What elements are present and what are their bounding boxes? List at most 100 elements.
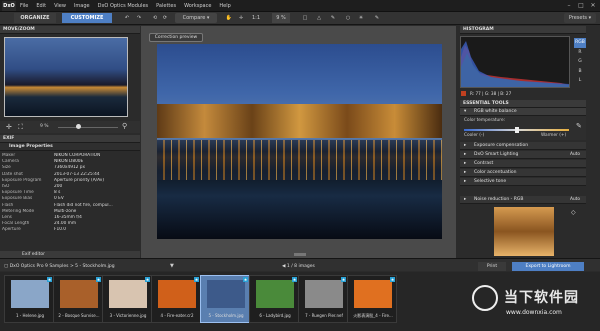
undo-icon[interactable]: ↶ xyxy=(122,13,132,23)
red-eye-icon[interactable]: ○ xyxy=(342,13,354,23)
print-button[interactable]: Print xyxy=(478,262,506,271)
channel-b[interactable]: B xyxy=(574,67,586,77)
minimize-icon[interactable]: – xyxy=(564,1,574,10)
image-properties-header[interactable]: Image Properties xyxy=(0,143,140,151)
filter-icon[interactable]: ▼ xyxy=(170,263,174,269)
channel-r[interactable]: R xyxy=(574,48,586,58)
filmstrip-thumb[interactable]: ★ 6 - Ladybird.jpg xyxy=(249,275,299,323)
zoom-ratio[interactable]: 1:1 xyxy=(250,13,262,23)
channel-l[interactable]: L xyxy=(574,76,586,86)
thumb-image xyxy=(60,280,98,308)
eyedropper-icon[interactable]: ✎ xyxy=(328,13,338,23)
histogram-title: HISTOGRAM xyxy=(463,27,494,32)
star-icon[interactable]: ★ xyxy=(145,277,150,282)
noise-preview-thumbnail[interactable] xyxy=(494,207,554,256)
breadcrumb[interactable]: ▢ DxO Optics Pro 9 Samples > 5 - Stockho… xyxy=(4,263,115,271)
star-icon[interactable]: ★ xyxy=(194,277,199,282)
rotate-left-icon[interactable]: ⟲ xyxy=(150,13,160,23)
expand-arrow-icon: ▸ xyxy=(464,197,467,202)
menu-optics-modules[interactable]: DxO Optics Modules xyxy=(94,3,153,9)
zoom-value[interactable]: 9 % xyxy=(40,124,49,129)
tool-row[interactable]: ▸ Selective tone xyxy=(460,178,586,186)
watermark-url: www.downxia.com xyxy=(506,309,562,316)
panel-collapse-handle[interactable] xyxy=(294,253,306,256)
menu-view[interactable]: View xyxy=(50,3,70,9)
brush-icon[interactable]: ✎ xyxy=(372,13,382,23)
tool-row[interactable]: ▸ Color accentuation xyxy=(460,169,586,177)
image-count-text: 1 / 8 images xyxy=(286,264,315,269)
thumb-image xyxy=(305,280,343,308)
stamp-icon[interactable]: ✳ xyxy=(356,13,366,23)
zoom-select[interactable]: 9 % xyxy=(272,13,290,23)
filmstrip-thumb[interactable]: ★ 4 - Fire-eater.cr2 xyxy=(151,275,201,323)
maximize-icon[interactable]: □ xyxy=(576,1,586,10)
exif-editor-label: Exif editor xyxy=(22,252,46,257)
magnifier-icon[interactable]: ⚲ xyxy=(122,122,127,130)
filmstrip-thumb[interactable]: ★ 2 - Bosque Survise... xyxy=(53,275,103,323)
channel-selector: RGB R G B L xyxy=(574,38,586,86)
tool-row[interactable]: ▸ DxO Smart Lighting Auto xyxy=(460,151,586,159)
tool-label: Color accentuation xyxy=(474,170,517,175)
menu-edit[interactable]: Edit xyxy=(32,3,50,9)
zoom-slider[interactable] xyxy=(58,127,118,128)
channel-rgb[interactable]: RGB xyxy=(574,38,586,48)
filmstrip-thumb[interactable]: ★ 3 - Victorienne.jpg xyxy=(102,275,152,323)
clip-low-indicator[interactable] xyxy=(461,91,466,96)
presets-button[interactable]: Presets ▾ xyxy=(564,13,596,23)
tool-row[interactable]: ▸ Contrast xyxy=(460,160,586,168)
star-icon[interactable]: ★ xyxy=(390,277,395,282)
cooler-label: Cooler (-) xyxy=(464,133,485,138)
horizon-icon[interactable]: △ xyxy=(314,13,324,23)
hand-icon[interactable]: ✋ xyxy=(224,13,234,23)
fit-icon[interactable]: ✛ xyxy=(236,13,246,23)
wb-tool-header[interactable]: ▾ RGB white balance xyxy=(460,108,586,116)
correction-preview-button[interactable]: Correction preview xyxy=(149,33,203,42)
tab-organize[interactable]: ORGANIZE xyxy=(14,13,56,23)
tab-customize[interactable]: CUSTOMIZE xyxy=(62,13,112,23)
expand-arrow-icon: ▾ xyxy=(464,109,467,114)
filmstrip-thumb[interactable]: ★ 7 - Ruegen Pier.nef xyxy=(298,275,348,323)
menu-image[interactable]: Image xyxy=(70,3,94,9)
thumb-image xyxy=(109,280,147,308)
redo-icon[interactable]: ↷ xyxy=(134,13,144,23)
tool-row[interactable]: ▸ Exposure compensation xyxy=(460,142,586,150)
navigator-thumbnail[interactable] xyxy=(4,37,128,117)
move-zoom-title: MOVE/ZOOM xyxy=(3,27,35,32)
star-icon[interactable]: ★ xyxy=(243,277,248,282)
tool-row[interactable]: ▸ Noise reduction - RGB Auto xyxy=(460,196,586,204)
toolbar: ORGANIZE CUSTOMIZE ↶ ↷ ⟲ ⟳ Compare ▾ ✋ ✛… xyxy=(0,12,600,25)
menu-file[interactable]: File xyxy=(16,3,32,9)
zoom-slider-handle[interactable] xyxy=(76,124,81,129)
main-photo[interactable] xyxy=(157,44,442,239)
filmstrip-thumb[interactable]: ★ 火影表演股_4 - Fire... xyxy=(347,275,397,323)
export-button[interactable]: Export to Lightroom xyxy=(512,262,584,271)
menu-palettes[interactable]: Palettes xyxy=(152,3,180,9)
menu-workspace[interactable]: Workspace xyxy=(180,3,215,9)
color-temp-handle[interactable] xyxy=(515,127,519,133)
tool-auto: Auto xyxy=(570,152,580,157)
star-icon[interactable]: ★ xyxy=(47,277,52,282)
compare-button[interactable]: Compare ▾ xyxy=(175,13,217,23)
exif-title: EXIF xyxy=(3,136,15,141)
channel-g[interactable]: G xyxy=(574,57,586,67)
tool-label: Contrast xyxy=(474,161,494,166)
fit-screen-icon[interactable]: ⛶ xyxy=(18,123,23,132)
menu-help[interactable]: Help xyxy=(215,3,234,9)
filmstrip-thumb[interactable]: ★ 1 - Helene.jpg xyxy=(4,275,54,323)
filmstrip-thumb[interactable]: ★ 5 - Stockholm.jpg xyxy=(200,275,250,323)
close-icon[interactable]: ✕ xyxy=(588,1,598,10)
star-icon[interactable]: ★ xyxy=(341,277,346,282)
rotate-right-icon[interactable]: ⟳ xyxy=(160,13,170,23)
crop-icon[interactable]: □ xyxy=(300,13,310,23)
essential-tools-header: ESSENTIAL TOOLS xyxy=(460,100,586,108)
settings-icon[interactable]: ◇ xyxy=(571,209,576,216)
pan-icon[interactable]: ✛ xyxy=(6,123,12,131)
viewport-frame[interactable] xyxy=(4,37,128,117)
thumb-image xyxy=(158,280,196,308)
app-logo: DxO xyxy=(2,0,16,11)
eyedropper-icon[interactable]: ✎ xyxy=(576,122,582,130)
star-icon[interactable]: ★ xyxy=(292,277,297,282)
expand-arrow-icon: ▸ xyxy=(464,170,467,175)
export-label: Export to Lightroom xyxy=(525,264,571,269)
star-icon[interactable]: ★ xyxy=(96,277,101,282)
